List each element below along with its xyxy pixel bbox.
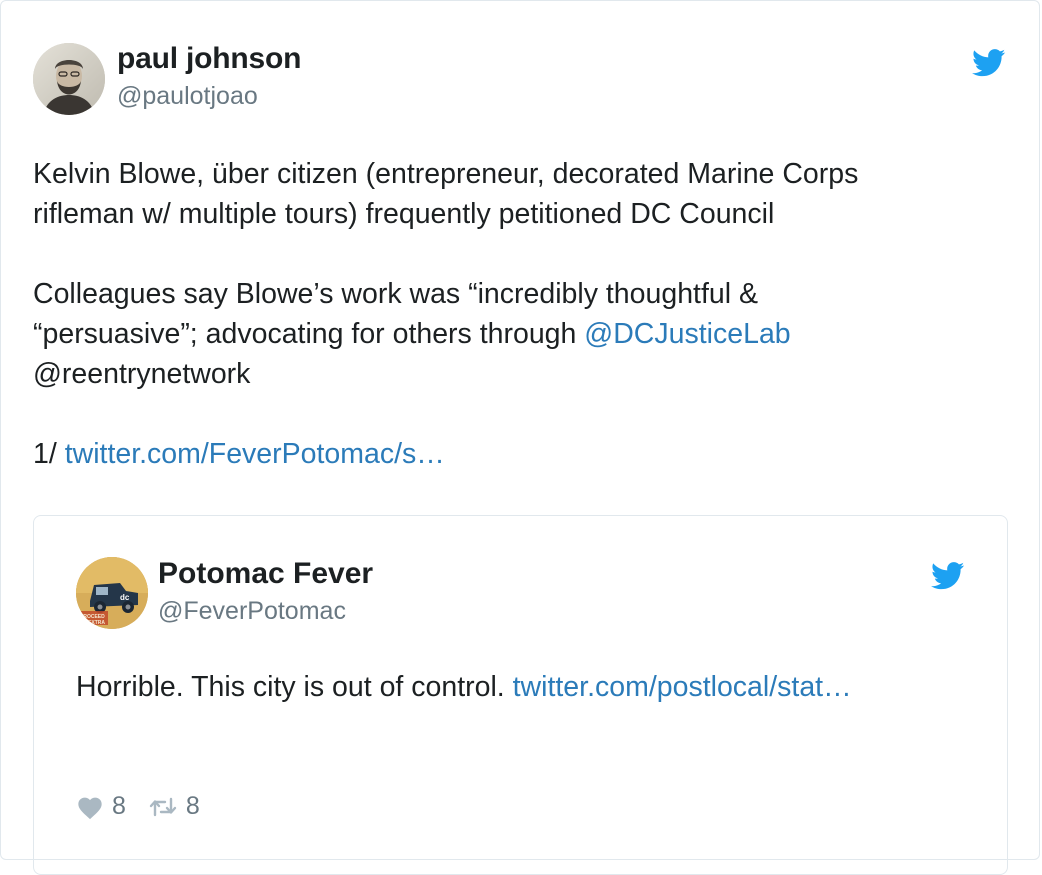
embedded-tweet: paul johnson @paulotjoao Kelvin Blowe, ü… xyxy=(0,0,1040,875)
quoted-author-avatar[interactable]: dc PROCEED TH EXTRA xyxy=(76,557,148,629)
quoted-tweet-card[interactable]: dc PROCEED TH EXTRA Potomac Fever @Fever… xyxy=(33,515,1008,875)
author-handle[interactable]: @paulotjoao xyxy=(117,82,258,111)
quoted-tweet-actions: 8 8 xyxy=(76,792,222,821)
quoted-author-handle[interactable]: @FeverPotomac xyxy=(158,597,346,626)
tweet-text-line: “persuasive”; advocating for others thro… xyxy=(33,314,993,354)
mention-link-dcjusticelab[interactable]: @DCJusticeLab xyxy=(584,318,790,350)
tweet-text-fragment: “persuasive”; advocating for others thro… xyxy=(33,318,585,350)
tweet-text: Kelvin Blowe, über citizen (entrepreneur… xyxy=(33,154,993,474)
tweet-text-line: rifleman w/ multiple tours) frequently p… xyxy=(33,198,775,230)
twitter-bird-icon[interactable] xyxy=(972,49,1006,77)
author-avatar[interactable] xyxy=(33,43,105,115)
author-name[interactable]: paul johnson xyxy=(117,42,301,76)
tweet-text-line: 1/ twitter.com/FeverPotomac/s… xyxy=(33,434,993,474)
likes-count: 8 xyxy=(112,792,126,820)
thread-number: 1/ xyxy=(33,438,65,470)
quoted-author-name[interactable]: Potomac Fever xyxy=(158,557,373,591)
heart-icon[interactable] xyxy=(76,794,104,820)
twitter-bird-icon[interactable] xyxy=(931,562,965,590)
tweet-text-line: @reentrynetwork xyxy=(33,358,251,390)
svg-text:dc: dc xyxy=(120,593,130,602)
quoted-author-avatar-image: dc PROCEED TH EXTRA xyxy=(76,557,148,629)
author-avatar-image xyxy=(33,43,105,115)
retweet-icon[interactable] xyxy=(148,796,178,818)
tweet-text-line: Colleagues say Blowe’s work was “incredi… xyxy=(33,278,758,310)
retweets-count: 8 xyxy=(185,792,200,820)
tweet-text-line: Kelvin Blowe, über citizen (entrepreneur… xyxy=(33,158,859,190)
quoted-tweet-text: Horrible. This city is out of control. t… xyxy=(76,671,852,704)
quoted-tweet-text-fragment: Horrible. This city is out of control. xyxy=(76,671,513,703)
svg-text:TH EXTRA: TH EXTRA xyxy=(80,620,105,626)
quoted-tweet-url-link[interactable]: twitter.com/FeverPotomac/s… xyxy=(65,438,445,470)
quoted-tweet-link[interactable]: twitter.com/postlocal/stat… xyxy=(513,671,852,703)
